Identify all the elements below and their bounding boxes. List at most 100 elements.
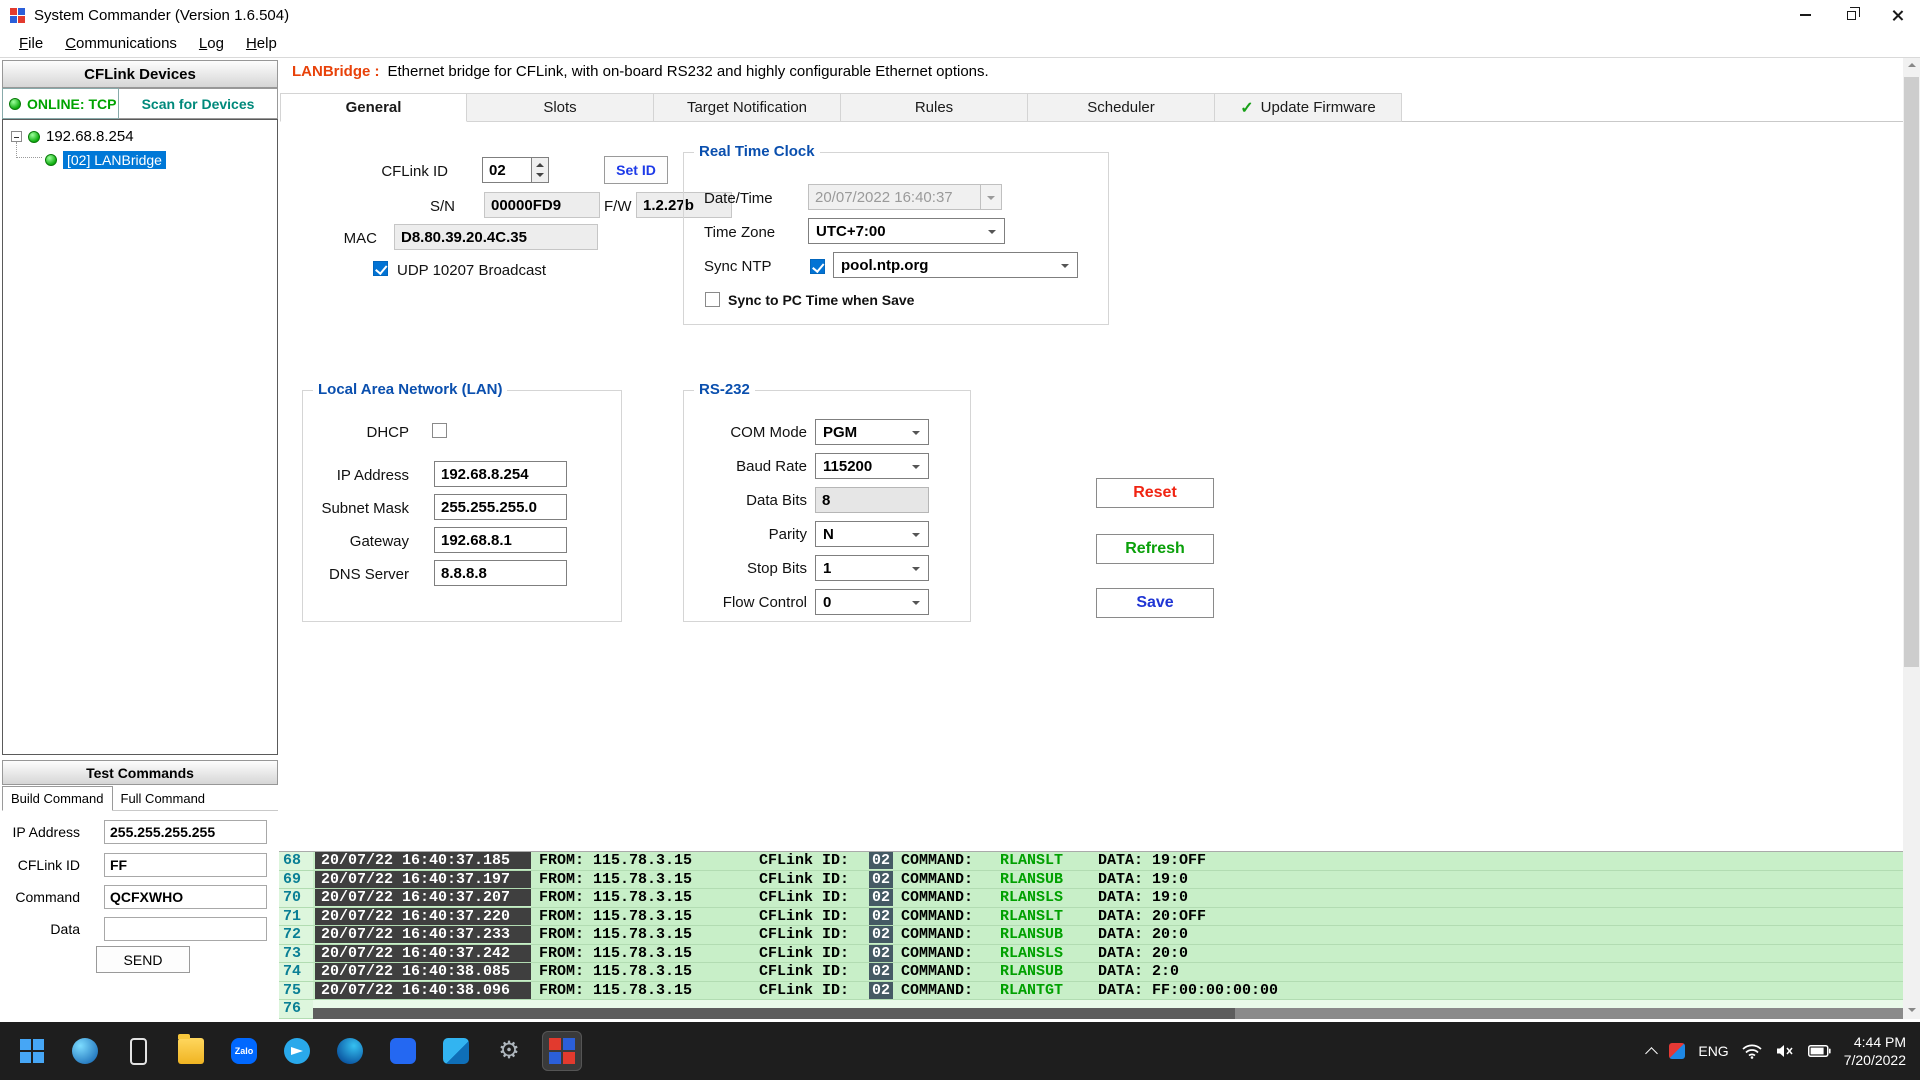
save-button[interactable]: Save [1096, 588, 1214, 618]
vertical-scrollbar[interactable] [1903, 58, 1920, 1019]
stop-bits-label: Stop Bits [684, 560, 807, 577]
tree-node-lanbridge[interactable]: [02] LANBridge [45, 151, 166, 169]
log-timestamp: 20/07/22 16:40:38.096 [315, 982, 531, 999]
taskbar-file-explorer-icon[interactable] [171, 1031, 211, 1071]
scrollbar-thumb[interactable] [1904, 77, 1919, 667]
taskbar-browser-icon[interactable] [65, 1031, 105, 1071]
log-row[interactable]: 7320/07/22 16:40:37.242FROM: 115.78.3.15… [279, 945, 1903, 964]
com-mode-label: COM Mode [684, 424, 807, 441]
tab-target-notification[interactable]: Target Notification [654, 93, 841, 122]
taskbar-clock[interactable]: 4:44 PM 7/20/2022 [1844, 1033, 1906, 1069]
collapse-icon[interactable] [11, 131, 22, 142]
reset-button[interactable]: Reset [1096, 478, 1214, 508]
tc-ip-input[interactable]: 255.255.255.255 [104, 820, 267, 844]
gateway-input[interactable]: 192.68.8.1 [434, 527, 567, 553]
sync-pc-checkbox[interactable] [705, 292, 720, 307]
log-scrollbar-thumb[interactable] [313, 1008, 1235, 1019]
tab-slots[interactable]: Slots [467, 93, 654, 122]
log-timestamp: 20/07/22 16:40:37.207 [315, 889, 531, 906]
flow-control-select[interactable]: 0 [815, 589, 929, 615]
mac-label: MAC [330, 230, 377, 247]
flow-control-label: Flow Control [684, 594, 807, 611]
udp-broadcast-checkbox[interactable] [373, 261, 388, 276]
menu-item-communications[interactable]: Communications [54, 32, 188, 55]
taskbar-telegram-icon[interactable] [277, 1031, 317, 1071]
windows-start-icon [20, 1039, 44, 1063]
wifi-icon[interactable] [1742, 1043, 1762, 1059]
taskbar-zalo-icon[interactable]: Zalo [224, 1031, 264, 1071]
minimize-button[interactable] [1782, 0, 1828, 30]
restore-button[interactable] [1828, 0, 1874, 30]
tc-data-input[interactable] [104, 917, 267, 941]
tree-node-gateway[interactable]: 192.68.8.254 [11, 128, 134, 145]
tab-scheduler[interactable]: Scheduler [1028, 93, 1215, 122]
taskbar-start-icon[interactable] [12, 1031, 52, 1071]
dns-server-input[interactable]: 8.8.8.8 [434, 560, 567, 586]
tab-rules[interactable]: Rules [841, 93, 1028, 122]
taskbar-app-blue-icon[interactable] [383, 1031, 423, 1071]
menu-item-file[interactable]: File [8, 32, 54, 55]
cflink-id-spinner[interactable] [532, 157, 549, 183]
taskbar-system-commander-icon[interactable] [542, 1031, 582, 1071]
scan-for-devices-button[interactable]: Scan for Devices [119, 88, 278, 119]
tc-command-input[interactable]: QCFXWHO [104, 885, 267, 909]
log-row[interactable]: 6920/07/22 16:40:37.197FROM: 115.78.3.15… [279, 871, 1903, 890]
com-mode-select[interactable]: PGM [815, 419, 929, 445]
log-source: FROM: 115.78.3.15 [539, 889, 751, 906]
refresh-button[interactable]: Refresh [1096, 534, 1214, 564]
menu-item-mnemonic: H [246, 35, 257, 52]
log-data-value: DATA: 19:OFF [1098, 852, 1206, 869]
tray-app-icon[interactable] [1669, 1043, 1685, 1059]
dhcp-checkbox[interactable] [432, 423, 447, 438]
ip-address-input[interactable]: 192.68.8.254 [434, 461, 567, 487]
taskbar-edge-icon[interactable] [330, 1031, 370, 1071]
battery-icon[interactable] [1808, 1045, 1831, 1057]
tab-update-firmware[interactable]: ✓Update Firmware [1215, 93, 1402, 122]
menu-item-help[interactable]: Help [235, 32, 288, 55]
log-cflink-id-label: CFLink ID: [759, 871, 859, 888]
scroll-up-icon[interactable] [1903, 58, 1920, 75]
log-timestamp: 20/07/22 16:40:38.085 [315, 963, 531, 980]
rs232-group-title: RS-232 [694, 381, 755, 398]
check-icon: ✓ [1240, 98, 1253, 118]
log-row[interactable]: 7220/07/22 16:40:37.233FROM: 115.78.3.15… [279, 926, 1903, 945]
log-row[interactable]: 6820/07/22 16:40:37.185FROM: 115.78.3.15… [279, 852, 1903, 871]
taskbar-vscode-icon[interactable] [436, 1031, 476, 1071]
stop-bits-select[interactable]: 1 [815, 555, 929, 581]
tab-full-command[interactable]: Full Command [113, 787, 214, 810]
tray-chevron-up-icon[interactable] [1645, 1047, 1658, 1060]
datetime-dropdown-button[interactable] [981, 184, 1002, 210]
close-button[interactable] [1874, 0, 1920, 30]
data-bits-label: Data Bits [684, 492, 807, 509]
baud-rate-select[interactable]: 115200 [815, 453, 929, 479]
send-button[interactable]: SEND [96, 946, 190, 973]
tc-data-label: Data [4, 921, 80, 937]
log-row[interactable]: 7420/07/22 16:40:38.085FROM: 115.78.3.15… [279, 963, 1903, 982]
log-horizontal-scrollbar[interactable] [313, 1008, 1903, 1019]
tab-build-command[interactable]: Build Command [2, 786, 113, 811]
taskbar-phone-link-icon[interactable] [118, 1031, 158, 1071]
log-row[interactable]: 7520/07/22 16:40:38.096FROM: 115.78.3.15… [279, 982, 1903, 1001]
log-command-value: RLANSLS [1000, 945, 1092, 962]
tab-general[interactable]: General [280, 93, 467, 122]
tc-cflink-id-input[interactable]: FF [104, 853, 267, 877]
language-indicator[interactable]: ENG [1698, 1043, 1728, 1059]
parity-select[interactable]: N [815, 521, 929, 547]
menu-item-log[interactable]: Log [188, 32, 235, 55]
online-status-badge[interactable]: ONLINE: TCP [2, 88, 119, 119]
taskbar-settings-gears-icon[interactable]: ⚙ [489, 1031, 529, 1071]
log-source: FROM: 115.78.3.15 [539, 945, 751, 962]
timezone-select[interactable]: UTC+7:00 [808, 218, 1005, 244]
scroll-down-icon[interactable] [1903, 1002, 1920, 1019]
log-data-value: DATA: 2:0 [1098, 963, 1179, 980]
set-id-button[interactable]: Set ID [604, 156, 668, 184]
log-row[interactable]: 7120/07/22 16:40:37.220FROM: 115.78.3.15… [279, 908, 1903, 927]
volume-muted-icon[interactable] [1775, 1043, 1795, 1059]
cflink-id-input[interactable]: 02 [482, 157, 532, 183]
ntp-server-select[interactable]: pool.ntp.org [833, 252, 1078, 278]
datetime-picker[interactable]: 20/07/2022 16:40:37 [808, 184, 981, 210]
sync-ntp-checkbox[interactable] [810, 259, 825, 274]
log-row[interactable]: 7020/07/22 16:40:37.207FROM: 115.78.3.15… [279, 889, 1903, 908]
subnet-mask-input[interactable]: 255.255.255.0 [434, 494, 567, 520]
file-explorer-icon [178, 1038, 204, 1064]
